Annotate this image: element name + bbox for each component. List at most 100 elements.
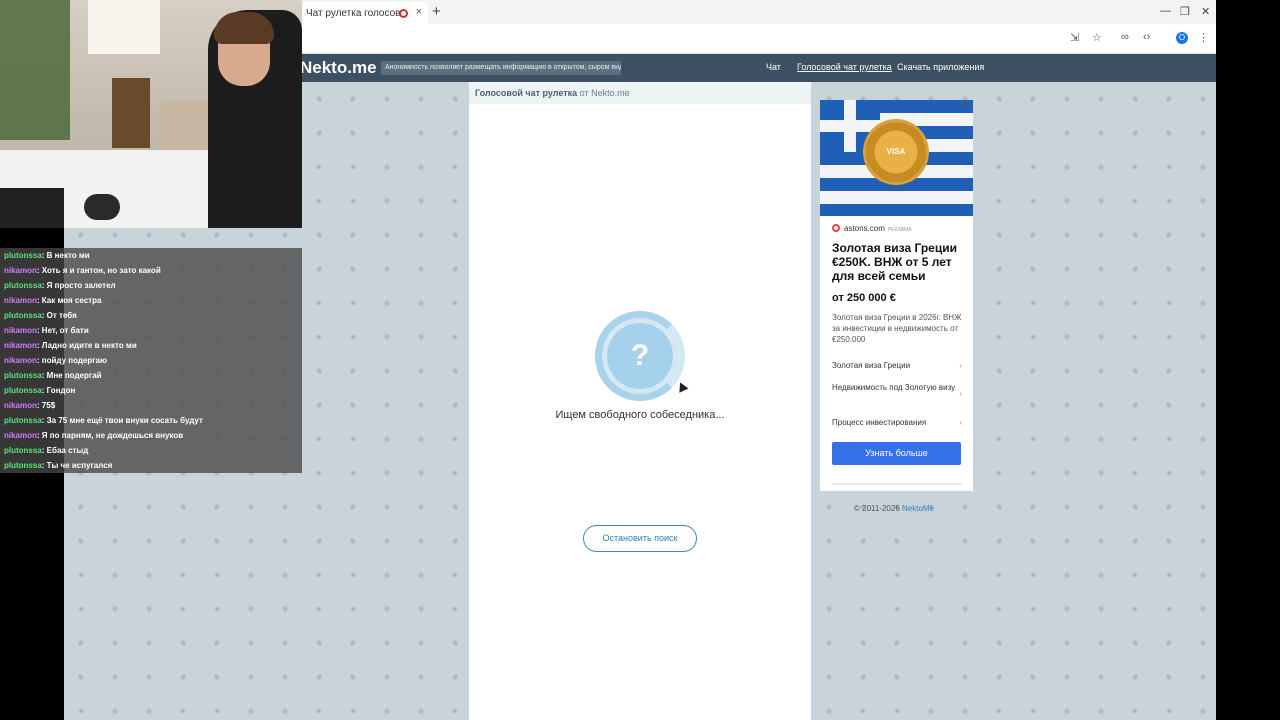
- ad-image-greek-flag[interactable]: VISA •••: [820, 100, 973, 216]
- chat-message: plutonssa: Ебаа стыд: [0, 443, 302, 458]
- chat-username: nikamon: [4, 266, 37, 275]
- ad-link-investment-process[interactable]: Процесс инвестирования ›: [832, 417, 962, 428]
- webcam-door: [112, 78, 150, 148]
- visa-seal-icon: VISA: [866, 122, 926, 182]
- devtools-icon[interactable]: ‹›: [1143, 31, 1150, 43]
- chat-text: : Мне подергай: [41, 371, 102, 380]
- chevron-right-icon: ›: [959, 418, 962, 427]
- chat-username: nikamon: [4, 356, 37, 365]
- screen: Чат рулетка голосов × + — ❐ ✕ ⇲ ☆ ∞ ‹› ⋮…: [0, 0, 1280, 720]
- chat-message: plutonssa: Ты че испугался: [0, 458, 302, 473]
- chat-username: plutonssa: [4, 371, 42, 380]
- copyright-link[interactable]: NektoMe: [902, 504, 934, 513]
- chat-message: nikamon: Как моя сестра: [0, 293, 302, 308]
- install-app-icon[interactable]: ⇲: [1070, 31, 1079, 44]
- ad-tag: РЕКЛАМА: [887, 227, 912, 233]
- chat-message: nikamon: 75$: [0, 398, 302, 413]
- ad-link-golden-visa[interactable]: Золотая виза Греции ›: [832, 360, 962, 371]
- menu-dots-icon[interactable]: ⋮: [1198, 31, 1209, 44]
- chat-message: plutonssa: Я просто залетел: [0, 278, 302, 293]
- ad-cta-button[interactable]: Узнать больше: [832, 442, 961, 465]
- chat-username: plutonssa: [4, 416, 42, 425]
- chat-username: plutonssa: [4, 446, 42, 455]
- copyright-text: © 2011-2026: [854, 504, 903, 513]
- chat-username: plutonssa: [4, 251, 42, 260]
- chat-text: : В некто ми: [41, 251, 90, 260]
- webcam-keyboard: [0, 188, 64, 228]
- question-mark-icon: ?: [607, 323, 673, 389]
- chat-message: plutonssa: От тебя: [0, 308, 302, 323]
- nav-chat[interactable]: Чат: [766, 62, 781, 72]
- ad-source: astons.com РЕКЛАМА: [832, 224, 912, 233]
- webcam-mouse: [84, 194, 120, 220]
- chat-text: : Я просто залетел: [41, 281, 116, 290]
- new-tab-button[interactable]: +: [432, 3, 441, 20]
- ad-description: Золотая виза Греции в 2026г. ВНЖ за инве…: [832, 313, 962, 344]
- ad-link-label: Процесс инвестирования: [832, 418, 927, 427]
- chat-message: nikamon: Я по парням, не дождешься внуко…: [0, 428, 302, 443]
- chat-text: : Ты че испугался: [41, 461, 113, 470]
- chat-username: nikamon: [4, 326, 37, 335]
- chat-text: : Ладно идите в некто ми: [36, 341, 137, 350]
- panel-header-suffix: от Nekto.me: [577, 88, 630, 98]
- maximize-icon[interactable]: ❐: [1180, 5, 1190, 18]
- chat-username: nikamon: [4, 296, 37, 305]
- chat-username: nikamon: [4, 401, 37, 410]
- ad-link-label: Недвижимость под Золотую визу: [832, 383, 956, 392]
- tab-close-icon[interactable]: ×: [416, 6, 422, 18]
- chat-text: : Хоть я и гантон, но зато какой: [36, 266, 161, 275]
- panel-header: Голосовой чат рулетка от Nekto.me: [469, 82, 811, 104]
- copyright: © 2011-2026 NektoMe: [854, 504, 934, 513]
- ad-link-real-estate[interactable]: Недвижимость под Золотую визу ›: [832, 382, 962, 398]
- voice-chat-panel: Голосовой чат рулетка от Nekto.me ? Ищем…: [469, 82, 811, 720]
- stop-search-button[interactable]: Остановить поиск: [583, 525, 697, 552]
- advertisement[interactable]: VISA ••• astons.com РЕКЛАМА Золотая виза …: [820, 100, 973, 491]
- chat-username: nikamon: [4, 431, 37, 440]
- chat-username: plutonssa: [4, 386, 42, 395]
- chat-message: plutonssa: Мне подергай: [0, 368, 302, 383]
- webcam-streamer-hair: [214, 12, 274, 44]
- ad-source-icon: [832, 224, 840, 232]
- chat-message: plutonssa: Гондон: [0, 383, 302, 398]
- chat-text: : пойду подергаю: [36, 356, 107, 365]
- site-logo[interactable]: Nekto.me: [300, 58, 377, 78]
- ad-menu-icon[interactable]: •••: [958, 100, 969, 111]
- ad-source-domain: astons.com: [844, 224, 885, 233]
- chat-message: plutonssa: В некто ми: [0, 248, 302, 263]
- searching-status: Ищем свободного собеседника...: [555, 409, 725, 421]
- minimize-icon[interactable]: —: [1160, 5, 1171, 17]
- ad-price: от 250 000 €: [832, 292, 896, 304]
- chat-text: : 75$: [36, 401, 56, 410]
- chat-username: plutonssa: [4, 311, 42, 320]
- chat-text: : Как моя сестра: [36, 296, 102, 305]
- profile-avatar[interactable]: O: [1176, 32, 1188, 44]
- ad-carousel-indicator: [832, 483, 962, 485]
- chevron-right-icon: ›: [959, 361, 962, 370]
- stream-chat-log: plutonssa: В некто ми nikamon: Хоть я и г…: [0, 248, 302, 473]
- chat-text: : Нет, от бати: [36, 326, 89, 335]
- tab-title: Чат рулетка голосов: [306, 8, 401, 19]
- ad-title[interactable]: Золотая виза Греции €250K. ВНЖ от 5 лет …: [832, 241, 964, 283]
- bookmark-star-icon[interactable]: ☆: [1092, 31, 1102, 44]
- nav-download-apps[interactable]: Скачать приложения: [897, 62, 984, 72]
- chat-username: nikamon: [4, 341, 37, 350]
- chat-text: : Гондон: [41, 386, 76, 395]
- chat-message: nikamon: Нет, от бати: [0, 323, 302, 338]
- chat-username: plutonssa: [4, 461, 42, 470]
- browser-tab[interactable]: Чат рулетка голосов ×: [300, 2, 428, 24]
- chat-message: nikamon: Ладно идите в некто ми: [0, 338, 302, 353]
- link-icon[interactable]: ∞: [1121, 31, 1129, 43]
- nav-voice-roulette[interactable]: Голосовой чат рулетка: [797, 62, 892, 72]
- close-window-icon[interactable]: ✕: [1201, 5, 1210, 18]
- panel-header-title: Голосовой чат рулетка: [475, 88, 578, 98]
- chat-message: plutonssa: За 75 мне ещё твои внуки соса…: [0, 413, 302, 428]
- ad-link-label: Золотая виза Греции: [832, 361, 911, 370]
- chevron-right-icon: ›: [959, 389, 962, 398]
- webcam-window-light: [88, 0, 160, 54]
- chat-text: : За 75 мне ещё твои внуки сосать будут: [41, 416, 203, 425]
- header-notice: Анонимность позволяет размещать информац…: [381, 61, 621, 75]
- chat-message: nikamon: Хоть я и гантон, но зато какой: [0, 263, 302, 278]
- recording-icon: [399, 9, 408, 18]
- chat-username: plutonssa: [4, 281, 42, 290]
- mouse-cursor: [675, 380, 689, 393]
